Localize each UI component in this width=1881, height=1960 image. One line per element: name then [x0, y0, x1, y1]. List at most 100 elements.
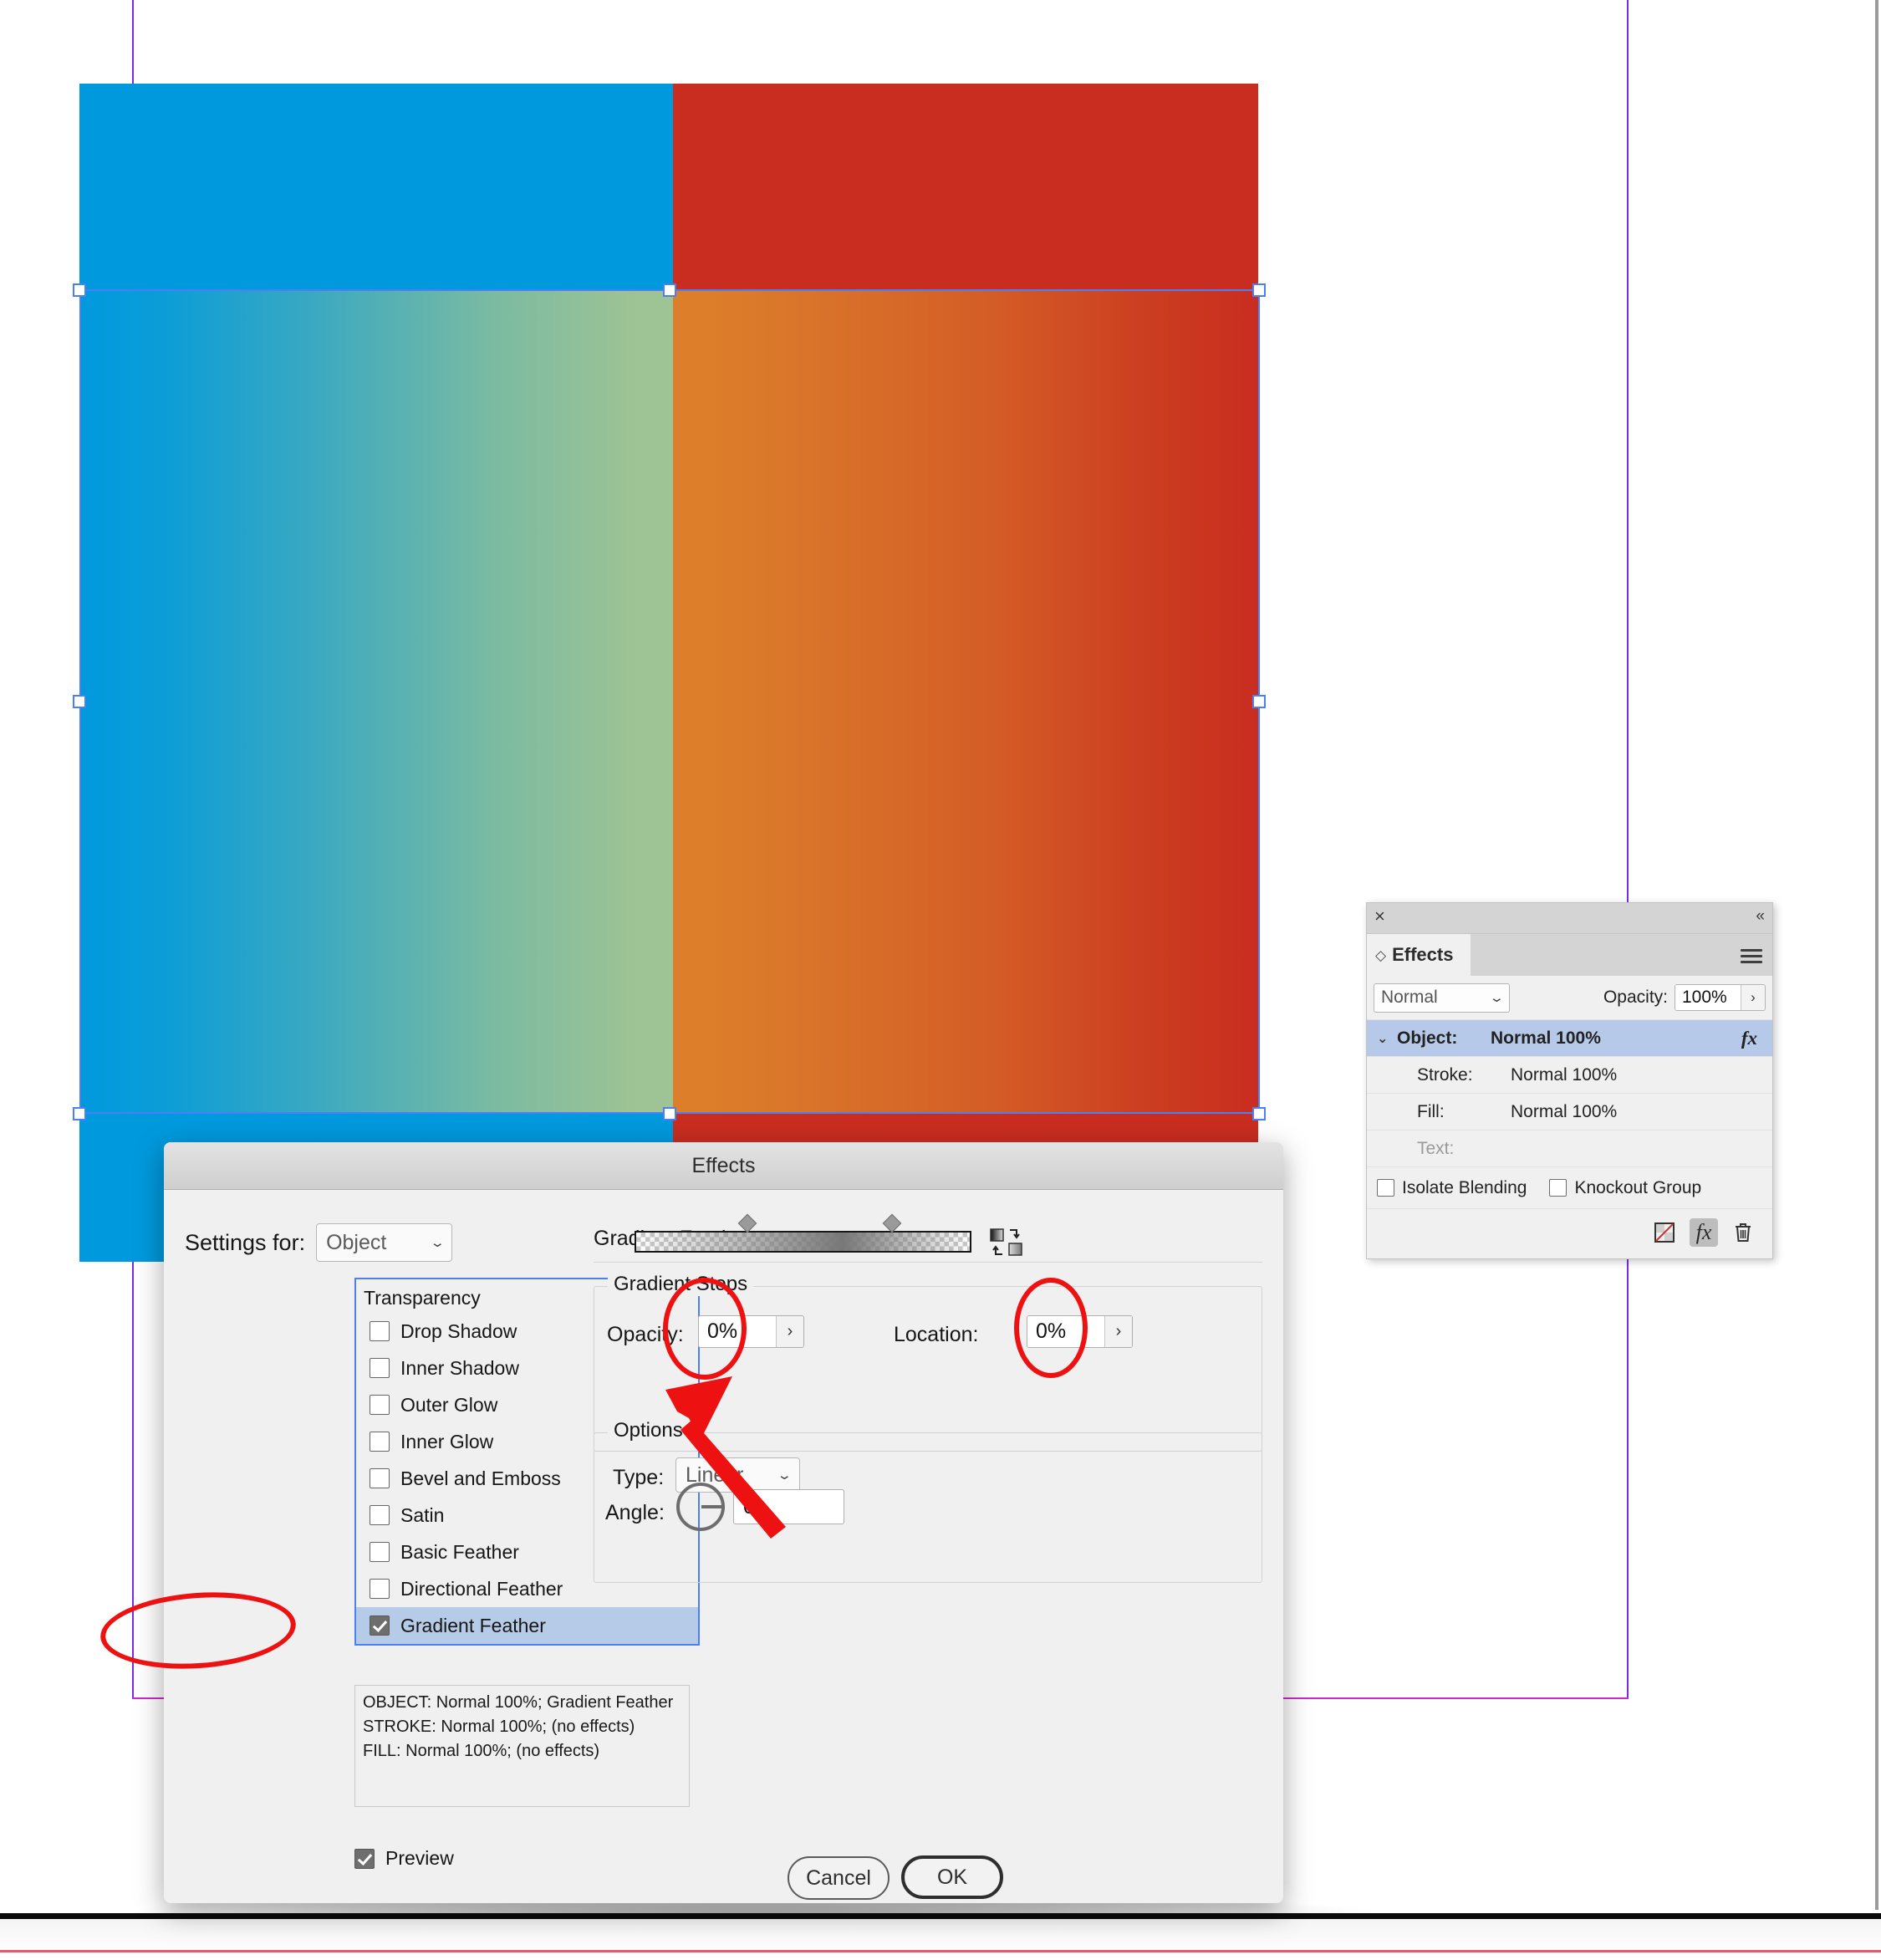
selection-handle-bottom-center[interactable] — [663, 1107, 676, 1120]
clear-effects-icon[interactable] — [1650, 1218, 1679, 1247]
preview-row[interactable]: Preview — [354, 1847, 454, 1870]
selection-handle-bottom-left[interactable] — [73, 1107, 86, 1120]
trash-icon[interactable] — [1729, 1218, 1757, 1247]
preview-checkbox[interactable] — [354, 1848, 375, 1869]
effects-panel-checkbox-row: Isolate Blending Knockout Group — [1367, 1166, 1772, 1208]
list-item-gradient-feather[interactable]: Gradient Feather — [356, 1607, 698, 1644]
selection-handle-top-center[interactable] — [663, 283, 676, 297]
gradient-opacity-label: Opacity: — [607, 1323, 684, 1346]
gradient-type-label: Type: — [613, 1466, 665, 1489]
gradient-opacity-input[interactable]: 0% › — [698, 1315, 804, 1348]
fx-icon[interactable]: fx — [1741, 1028, 1757, 1049]
close-icon[interactable]: × — [1374, 907, 1385, 926]
effects-row-object[interactable]: ⌄ Object: Normal 100% fx — [1367, 1019, 1772, 1056]
gradient-feather-checkbox[interactable] — [370, 1615, 390, 1636]
artwork-top-blue[interactable] — [79, 84, 673, 290]
angle-dial-control[interactable] — [676, 1483, 725, 1531]
effects-panel[interactable]: × « ◇ Effects Normal ⌄ Opacity: 100% › ⌄… — [1366, 902, 1773, 1259]
artwork-feathered-right[interactable] — [673, 290, 1258, 1114]
panel-opacity-stepper-icon[interactable]: › — [1741, 985, 1765, 1010]
outer-glow-checkbox[interactable] — [370, 1395, 390, 1415]
selection-handle-top-left[interactable] — [73, 283, 86, 297]
artwork-feathered-left[interactable] — [79, 290, 673, 1114]
effects-row-fill-key: Fill: — [1417, 1101, 1445, 1121]
panel-opacity-value: 100% — [1675, 985, 1741, 1010]
effects-panel-blend-row: Normal ⌄ Opacity: 100% › — [1367, 976, 1772, 1019]
knockout-group-label: Knockout Group — [1574, 1177, 1702, 1197]
gradient-stop-left[interactable] — [630, 1250, 649, 1275]
panel-opacity-input[interactable]: 100% › — [1675, 984, 1766, 1011]
ok-button-label: OK — [936, 1865, 968, 1889]
gradient-location-input[interactable]: 0% › — [1027, 1315, 1133, 1348]
effects-row-stroke[interactable]: Stroke: Normal 100% — [1367, 1056, 1772, 1093]
list-item-label: Satin — [400, 1503, 445, 1526]
ok-button[interactable]: OK — [901, 1855, 1003, 1899]
tab-effects[interactable]: ◇ Effects — [1367, 934, 1471, 976]
effects-dialog[interactable]: Effects Settings for: Object ⌄ Transpare… — [164, 1142, 1283, 1903]
guide-vertical-right — [1627, 0, 1629, 1699]
knockout-group-checkbox[interactable] — [1549, 1179, 1568, 1197]
isolate-blending-checkbox[interactable] — [1377, 1179, 1394, 1197]
fx-glyph: fx — [1695, 1219, 1712, 1244]
drop-shadow-checkbox[interactable] — [370, 1321, 390, 1341]
settings-for-value: Object — [326, 1230, 387, 1254]
effects-row-stroke-key: Stroke: — [1417, 1064, 1473, 1085]
add-effect-fx-icon[interactable]: fx — [1690, 1217, 1718, 1247]
bevel-and-emboss-checkbox[interactable] — [370, 1468, 390, 1488]
gradient-stop-right[interactable] — [958, 1250, 976, 1275]
selection-handle-bottom-right[interactable] — [1252, 1107, 1266, 1120]
artwork-top-red[interactable] — [673, 84, 1258, 290]
panel-menu-icon[interactable] — [1741, 946, 1762, 967]
settings-for-label: Settings for: — [185, 1229, 306, 1255]
selection-handle-middle-left[interactable] — [73, 695, 86, 708]
inner-glow-checkbox[interactable] — [370, 1432, 390, 1452]
tab-effects-label: Effects — [1392, 944, 1454, 965]
effects-row-object-key: Object: — [1397, 1028, 1458, 1048]
panel-diamond-icon: ◇ — [1375, 947, 1387, 963]
list-item-label: Outer Glow — [400, 1393, 498, 1416]
inner-shadow-checkbox[interactable] — [370, 1358, 390, 1378]
dialog-title-text: Effects — [691, 1153, 756, 1177]
gradient-stops-legend: Gradient Stops — [608, 1273, 754, 1296]
gradient-angle-value: 0° — [743, 1494, 763, 1518]
cancel-button[interactable]: Cancel — [788, 1856, 890, 1900]
directional-feather-checkbox[interactable] — [370, 1579, 390, 1599]
list-item-label: Inner Shadow — [400, 1356, 519, 1379]
satin-checkbox[interactable] — [370, 1505, 390, 1525]
window-bottom-accent-rule — [0, 1950, 1881, 1952]
page-edge-right — [1875, 0, 1878, 1910]
settings-for-select[interactable]: Object ⌄ — [316, 1223, 453, 1262]
effects-row-fill-value: Normal 100% — [1511, 1101, 1618, 1121]
isolate-blending-group[interactable]: Isolate Blending — [1377, 1178, 1527, 1198]
knockout-group-group[interactable]: Knockout Group — [1549, 1178, 1701, 1198]
selection-handle-top-right[interactable] — [1252, 283, 1266, 297]
chevron-down-icon: ⌄ — [777, 1468, 793, 1483]
gradient-midpoint-marker[interactable] — [882, 1213, 902, 1233]
panel-opacity-label: Opacity: — [1603, 988, 1668, 1007]
dialog-body: Settings for: Object ⌄ Transparency Drop… — [164, 1190, 1283, 1903]
cancel-button-label: Cancel — [806, 1866, 871, 1890]
list-item-label: Basic Feather — [400, 1540, 519, 1563]
list-item-label: Directional Feather — [400, 1577, 563, 1600]
collapse-panel-icon[interactable]: « — [1756, 908, 1764, 925]
effects-row-text[interactable]: Text: — [1367, 1130, 1772, 1166]
effects-panel-titlebar: × « — [1367, 903, 1772, 934]
gradient-stop-middle[interactable] — [795, 1250, 813, 1275]
effects-row-text-key: Text: — [1417, 1138, 1455, 1158]
chevron-down-icon: ⌄ — [1489, 991, 1506, 1005]
gradient-opacity-stepper-icon[interactable]: › — [776, 1316, 803, 1347]
dialog-titlebar: Effects — [164, 1142, 1283, 1190]
effects-panel-tabrow: ◇ Effects — [1367, 934, 1772, 976]
gradient-location-stepper-icon[interactable]: › — [1104, 1316, 1132, 1347]
effects-row-fill[interactable]: Fill: Normal 100% — [1367, 1093, 1772, 1130]
selection-handle-middle-right[interactable] — [1252, 695, 1266, 708]
window-bottom-rule — [0, 1913, 1881, 1919]
blend-mode-select[interactable]: Normal ⌄ — [1374, 983, 1510, 1013]
reverse-gradient-icon[interactable] — [990, 1227, 1027, 1260]
basic-feather-checkbox[interactable] — [370, 1542, 390, 1562]
options-legend: Options — [608, 1419, 689, 1442]
chevron-down-icon[interactable]: ⌄ — [1377, 1030, 1397, 1047]
gradient-angle-input[interactable]: 0° — [733, 1489, 844, 1524]
settings-for-row: Settings for: Object ⌄ — [185, 1223, 453, 1262]
window-bottom-strip — [0, 1919, 1881, 1960]
